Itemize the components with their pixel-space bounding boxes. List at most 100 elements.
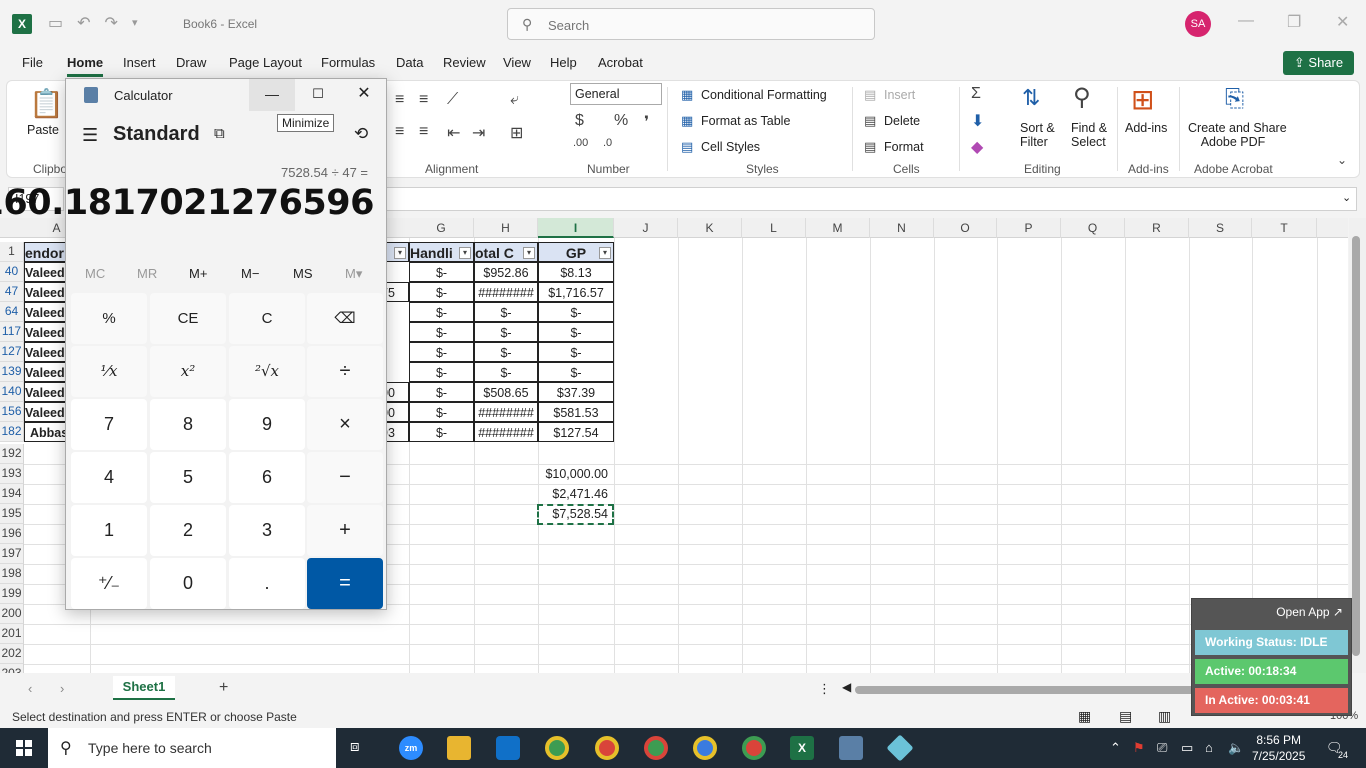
open-app-link[interactable]: Open App ↗ (1276, 605, 1343, 619)
clear-button[interactable]: C (229, 293, 305, 344)
memory-store-button[interactable]: MS (293, 266, 313, 281)
find-select-icon[interactable]: ⚲ (1073, 83, 1091, 112)
column-header-h[interactable]: H (474, 218, 538, 238)
row-header[interactable]: 203 (0, 664, 24, 673)
number-format-select[interactable]: General (570, 83, 662, 105)
tab-acrobat[interactable]: Acrobat (598, 55, 643, 70)
windows-start-icon[interactable] (16, 740, 32, 756)
row-header[interactable]: 193 (0, 464, 24, 484)
scroll-left-icon[interactable]: ◀ (842, 680, 851, 694)
digit-4-button[interactable]: 4 (71, 452, 147, 503)
delete-cells-button[interactable]: Delete (884, 114, 920, 128)
orientation-icon[interactable]: ⟋ (447, 91, 458, 109)
reciprocal-button[interactable]: ¹⁄x (71, 346, 147, 397)
cell-g[interactable]: $- (409, 342, 474, 362)
currency-icon[interactable]: $ (575, 112, 584, 130)
add-sheet-icon[interactable]: + (219, 679, 228, 697)
row-header[interactable]: 198 (0, 564, 24, 584)
network-icon[interactable]: ⌂ (1205, 740, 1213, 755)
undo-icon[interactable]: ↶ (77, 13, 90, 33)
cell-h[interactable]: ######## (474, 402, 538, 422)
cell-styles-icon[interactable]: ▤ (681, 139, 693, 155)
volume-icon[interactable]: 🔈 (1228, 740, 1244, 756)
calculator-maximize-button[interactable]: ☐ (295, 79, 341, 111)
format-cells-button[interactable]: Format (884, 140, 924, 154)
cell-g[interactable]: $- (409, 422, 474, 442)
digit-3-button[interactable]: 3 (229, 505, 305, 556)
cell-g[interactable]: $- (409, 382, 474, 402)
row-header[interactable]: 195 (0, 504, 24, 524)
percent-icon[interactable]: % (614, 112, 628, 130)
column-header-j[interactable]: J (614, 218, 678, 238)
cell-h[interactable]: ######## (474, 282, 538, 302)
row-header[interactable]: 47 (0, 282, 24, 302)
format-as-table-button[interactable]: Format as Table (701, 114, 790, 128)
sort-filter-icon[interactable]: ⇅ (1022, 85, 1040, 111)
delete-cells-icon[interactable]: ▤ (864, 113, 876, 129)
tab-data[interactable]: Data (396, 55, 423, 70)
tab-file[interactable]: File (22, 55, 43, 70)
cell-g[interactable]: $- (409, 362, 474, 382)
expand-formula-bar-icon[interactable]: ⌄ (1342, 191, 1351, 204)
create-pdf-icon[interactable]: ⎘ (1225, 85, 1244, 113)
cell-i193[interactable]: $10,000.00 (538, 464, 614, 484)
column-header-l[interactable]: L (742, 218, 806, 238)
align-bottom-icon[interactable]: ≡ (419, 91, 428, 109)
digit-7-button[interactable]: 7 (71, 399, 147, 450)
paste-icon[interactable]: 📋 (29, 87, 64, 120)
subtract-button[interactable]: − (307, 452, 383, 503)
cell-g[interactable]: $- (409, 302, 474, 322)
decrease-decimal-icon[interactable]: .0 (603, 137, 612, 149)
prev-sheet-icon[interactable]: ‹ (28, 681, 32, 696)
cell-h[interactable]: $952.86 (474, 262, 538, 282)
chrome-icon[interactable] (545, 736, 569, 760)
zoom-app-icon[interactable]: zm (399, 736, 423, 760)
chrome-profile-icon[interactable] (595, 736, 619, 760)
tab-home[interactable]: Home (67, 55, 104, 77)
column-header-s[interactable]: S (1189, 218, 1252, 238)
tab-draw[interactable]: Draw (176, 55, 206, 70)
tab-splitter-icon[interactable]: ⋮ (818, 681, 831, 697)
page-layout-view-icon[interactable]: ▤ (1119, 708, 1132, 725)
square-button[interactable]: x² (150, 346, 226, 397)
row-header[interactable]: 1 (0, 242, 24, 262)
row-header[interactable]: 140 (0, 382, 24, 402)
cell-h[interactable]: $- (474, 302, 538, 322)
tab-sheet1[interactable]: Sheet1 (113, 676, 175, 700)
horizontal-scroll-thumb[interactable] (855, 686, 1195, 694)
cell-i[interactable]: $1,716.57 (538, 282, 614, 302)
digit-9-button[interactable]: 9 (229, 399, 305, 450)
column-header-k[interactable]: K (678, 218, 742, 238)
tab-help[interactable]: Help (550, 55, 577, 70)
digit-2-button[interactable]: 2 (150, 505, 226, 556)
battery-icon[interactable]: ▭ (1181, 740, 1193, 756)
avatar[interactable]: SA (1185, 11, 1211, 37)
cell-g[interactable]: $- (409, 282, 474, 302)
digit-8-button[interactable]: 8 (150, 399, 226, 450)
row-header[interactable]: 40 (0, 262, 24, 282)
increase-decimal-icon[interactable]: .00 (573, 137, 588, 149)
normal-view-icon[interactable]: ▦ (1078, 708, 1091, 725)
decrease-indent-icon[interactable]: ⇤ (447, 123, 460, 143)
cell-h[interactable]: $- (474, 362, 538, 382)
cell-g[interactable]: $- (409, 262, 474, 282)
backspace-button[interactable]: ⌫ (307, 293, 383, 344)
cell-i[interactable]: $581.53 (538, 402, 614, 422)
column-header-p[interactable]: P (997, 218, 1061, 238)
digit-6-button[interactable]: 6 (229, 452, 305, 503)
cell-i1[interactable]: GP ▾ (538, 242, 614, 262)
addins-button[interactable]: Add-ins (1125, 121, 1167, 135)
square-root-button[interactable]: ²√x (229, 346, 305, 397)
cell-i194[interactable]: $2,471.46 (538, 484, 614, 504)
tracker-app-icon[interactable] (886, 734, 914, 762)
wrap-text-icon[interactable]: ⤶ (510, 91, 519, 109)
row-header[interactable]: 156 (0, 402, 24, 422)
column-header-i[interactable]: I (538, 218, 614, 238)
row-header[interactable]: 117 (0, 322, 24, 342)
collapse-ribbon-icon[interactable]: ⌄ (1337, 153, 1347, 167)
calculator-minimize-button[interactable]: — (249, 79, 295, 111)
cell-h[interactable]: $- (474, 322, 538, 342)
filter-dropdown-icon[interactable]: ▾ (523, 247, 535, 259)
excel-taskbar-icon[interactable]: X (790, 736, 814, 760)
increase-indent-icon[interactable]: ⇥ (472, 123, 485, 143)
